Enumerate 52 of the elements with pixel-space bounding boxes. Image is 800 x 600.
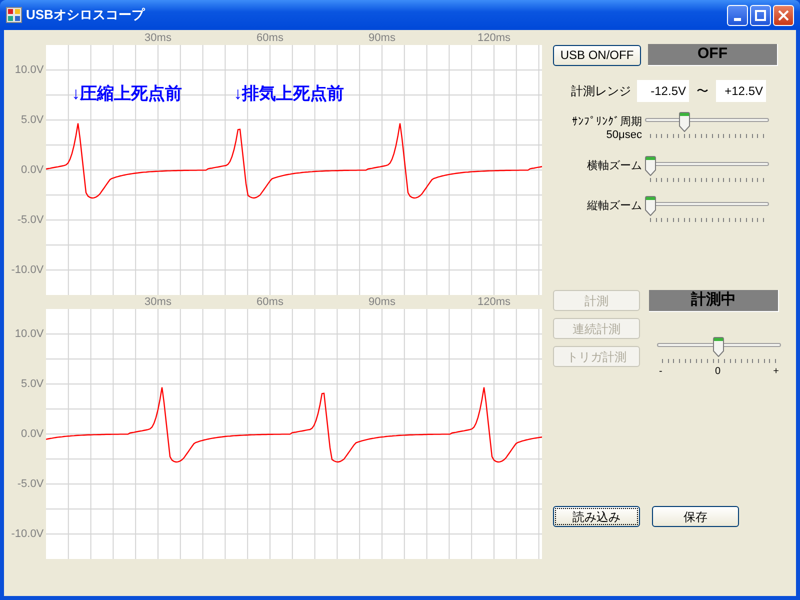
close-icon bbox=[778, 10, 789, 20]
slider-value-label: 50μsec bbox=[606, 129, 642, 142]
voltage-axis-label: 10.0V bbox=[14, 64, 44, 76]
file-button[interactable]: 保存 bbox=[652, 506, 739, 527]
time-axis-label: 120ms bbox=[477, 31, 511, 45]
slider-label: 横軸ズーム bbox=[587, 160, 642, 173]
time-axis-label: 120ms bbox=[477, 295, 511, 309]
slider-track[interactable] bbox=[645, 112, 769, 132]
slider-thumb-icon[interactable] bbox=[645, 196, 656, 216]
voltage-axis-label: -10.0V bbox=[11, 528, 44, 540]
range-min-field[interactable]: -12.5V bbox=[637, 80, 689, 102]
slider-thumb-icon[interactable] bbox=[713, 337, 724, 357]
maximize-button[interactable] bbox=[750, 4, 771, 26]
annotation-label: ↓圧縮上死点前 bbox=[72, 83, 182, 105]
slider-track[interactable] bbox=[645, 196, 769, 216]
scale-mid-label: 0 bbox=[714, 366, 721, 378]
voltage-axis-label: 0.0V bbox=[21, 428, 44, 440]
close-button[interactable] bbox=[773, 4, 794, 26]
app-icon bbox=[6, 7, 22, 23]
measure-status-display: 計測中 bbox=[649, 290, 779, 312]
time-axis-label: 60ms bbox=[256, 295, 284, 309]
voltage-axis-label: 10.0V bbox=[14, 328, 44, 340]
time-axis-label: 90ms bbox=[368, 31, 396, 45]
time-axis-label: 30ms bbox=[144, 31, 172, 45]
voltage-axis-label: 5.0V bbox=[21, 114, 44, 126]
time-axis-label: 30ms bbox=[144, 295, 172, 309]
time-axis-label: 60ms bbox=[256, 31, 284, 45]
slider-thumb-icon[interactable] bbox=[645, 156, 656, 176]
slider-label: 縦軸ズーム bbox=[587, 200, 642, 213]
range-max-field[interactable]: +12.5V bbox=[716, 80, 766, 102]
maximize-icon bbox=[755, 10, 766, 20]
range-separator: 〜 bbox=[696, 83, 710, 100]
voltage-axis-label: 5.0V bbox=[21, 378, 44, 390]
scale-max-label: + bbox=[773, 366, 779, 378]
usb-toggle-button[interactable]: USB ON/OFF bbox=[553, 44, 641, 66]
minimize-icon bbox=[734, 18, 741, 20]
slider-track[interactable] bbox=[645, 156, 769, 176]
voltage-axis-label: 0.0V bbox=[21, 164, 44, 176]
minimize-button[interactable] bbox=[727, 4, 748, 26]
usb-status-display: OFF bbox=[648, 44, 778, 66]
time-axis-label: 90ms bbox=[368, 295, 396, 309]
scale-min-label: - bbox=[659, 366, 662, 378]
voltage-axis-label: -5.0V bbox=[17, 214, 44, 226]
range-label: 計測レンジ bbox=[570, 83, 632, 100]
slider-label: ｻﾝﾌﾟﾘﾝｸﾞ周期 bbox=[572, 116, 642, 129]
slider-track[interactable] bbox=[657, 337, 781, 357]
slider-thumb-icon[interactable] bbox=[678, 112, 690, 132]
voltage-axis-label: -5.0V bbox=[17, 478, 44, 490]
file-button[interactable]: 読み込み bbox=[553, 506, 640, 527]
voltage-axis-label: -10.0V bbox=[11, 264, 44, 276]
annotation-label: ↓排気上死点前 bbox=[234, 83, 344, 105]
window-title: USBオシロスコープ bbox=[26, 6, 146, 24]
